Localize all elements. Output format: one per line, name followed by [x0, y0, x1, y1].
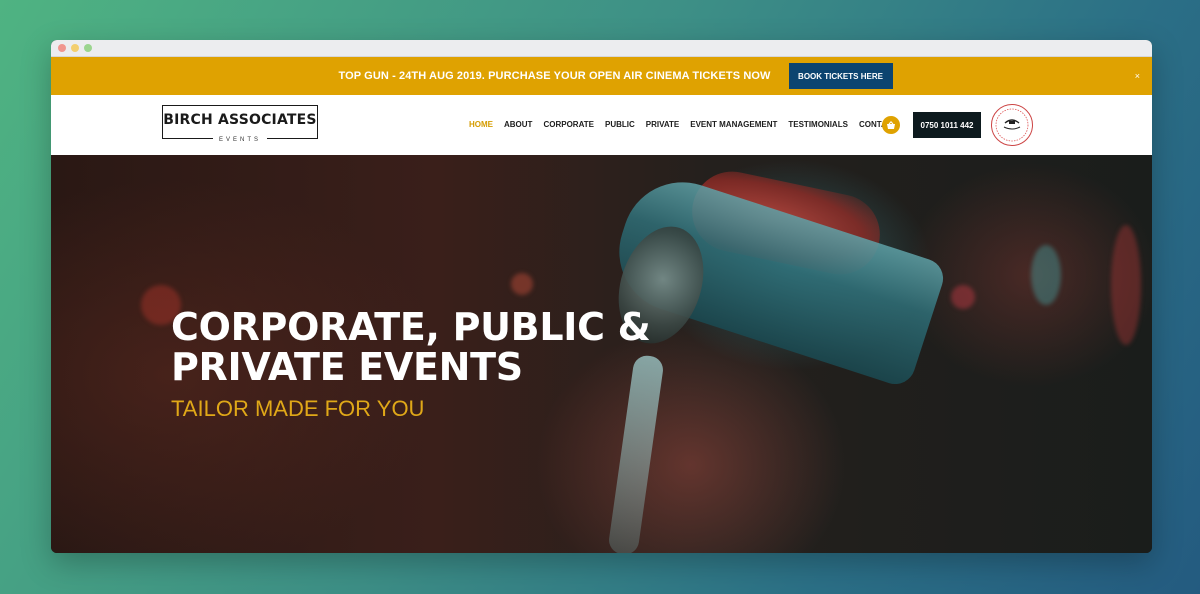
promo-banner: TOP GUN - 24TH AUG 2019. PURCHASE YOUR O…: [51, 57, 1152, 95]
browser-window: TOP GUN - 24TH AUG 2019. PURCHASE YOUR O…: [51, 40, 1152, 553]
close-window-button[interactable]: [58, 44, 66, 52]
menu-item-about[interactable]: ABOUT: [504, 120, 532, 129]
bokeh-light: [1111, 225, 1141, 345]
bokeh-light: [511, 273, 533, 295]
bokeh-light: [951, 285, 975, 309]
menu-item-home[interactable]: HOME: [469, 120, 493, 129]
menu-item-corporate[interactable]: CORPORATE: [543, 120, 594, 129]
promo-text: TOP GUN - 24TH AUG 2019. PURCHASE YOUR O…: [338, 70, 771, 82]
bokeh-light: [1031, 245, 1061, 305]
close-banner-icon[interactable]: ×: [1135, 71, 1140, 81]
basket-icon[interactable]: [882, 116, 900, 134]
main-menu: HOME ABOUT CORPORATE PUBLIC PRIVATE EVEN…: [469, 120, 908, 129]
maximize-window-button[interactable]: [84, 44, 92, 52]
menu-item-event-management[interactable]: EVENT MANAGEMENT: [690, 120, 777, 129]
minimize-window-button[interactable]: [71, 44, 79, 52]
logo-title: BIRCH ASSOCIATES: [163, 112, 317, 128]
menu-item-testimonials[interactable]: TESTIMONIALS: [788, 120, 848, 129]
hero-section: CORPORATE, PUBLIC & PRIVATE EVENTS TAILO…: [51, 155, 1152, 553]
hero-subtitle: TAILOR MADE FOR YOU: [171, 396, 425, 421]
book-tickets-button[interactable]: BOOK TICKETS HERE: [788, 63, 893, 89]
logo-subtitle: EVENTS: [212, 137, 268, 143]
site-logo[interactable]: BIRCH ASSOCIATES EVENTS: [162, 105, 318, 143]
menu-item-public[interactable]: PUBLIC: [605, 120, 635, 129]
menu-item-private[interactable]: PRIVATE: [646, 120, 679, 129]
site-header: BIRCH ASSOCIATES EVENTS HOME ABOUT CORPO…: [51, 95, 1152, 156]
phone-button[interactable]: 0750 1011 442: [913, 112, 981, 138]
browser-titlebar: [51, 40, 1152, 57]
hero-title: CORPORATE, PUBLIC & PRIVATE EVENTS: [171, 305, 651, 389]
partner-logo-icon[interactable]: [991, 104, 1033, 146]
